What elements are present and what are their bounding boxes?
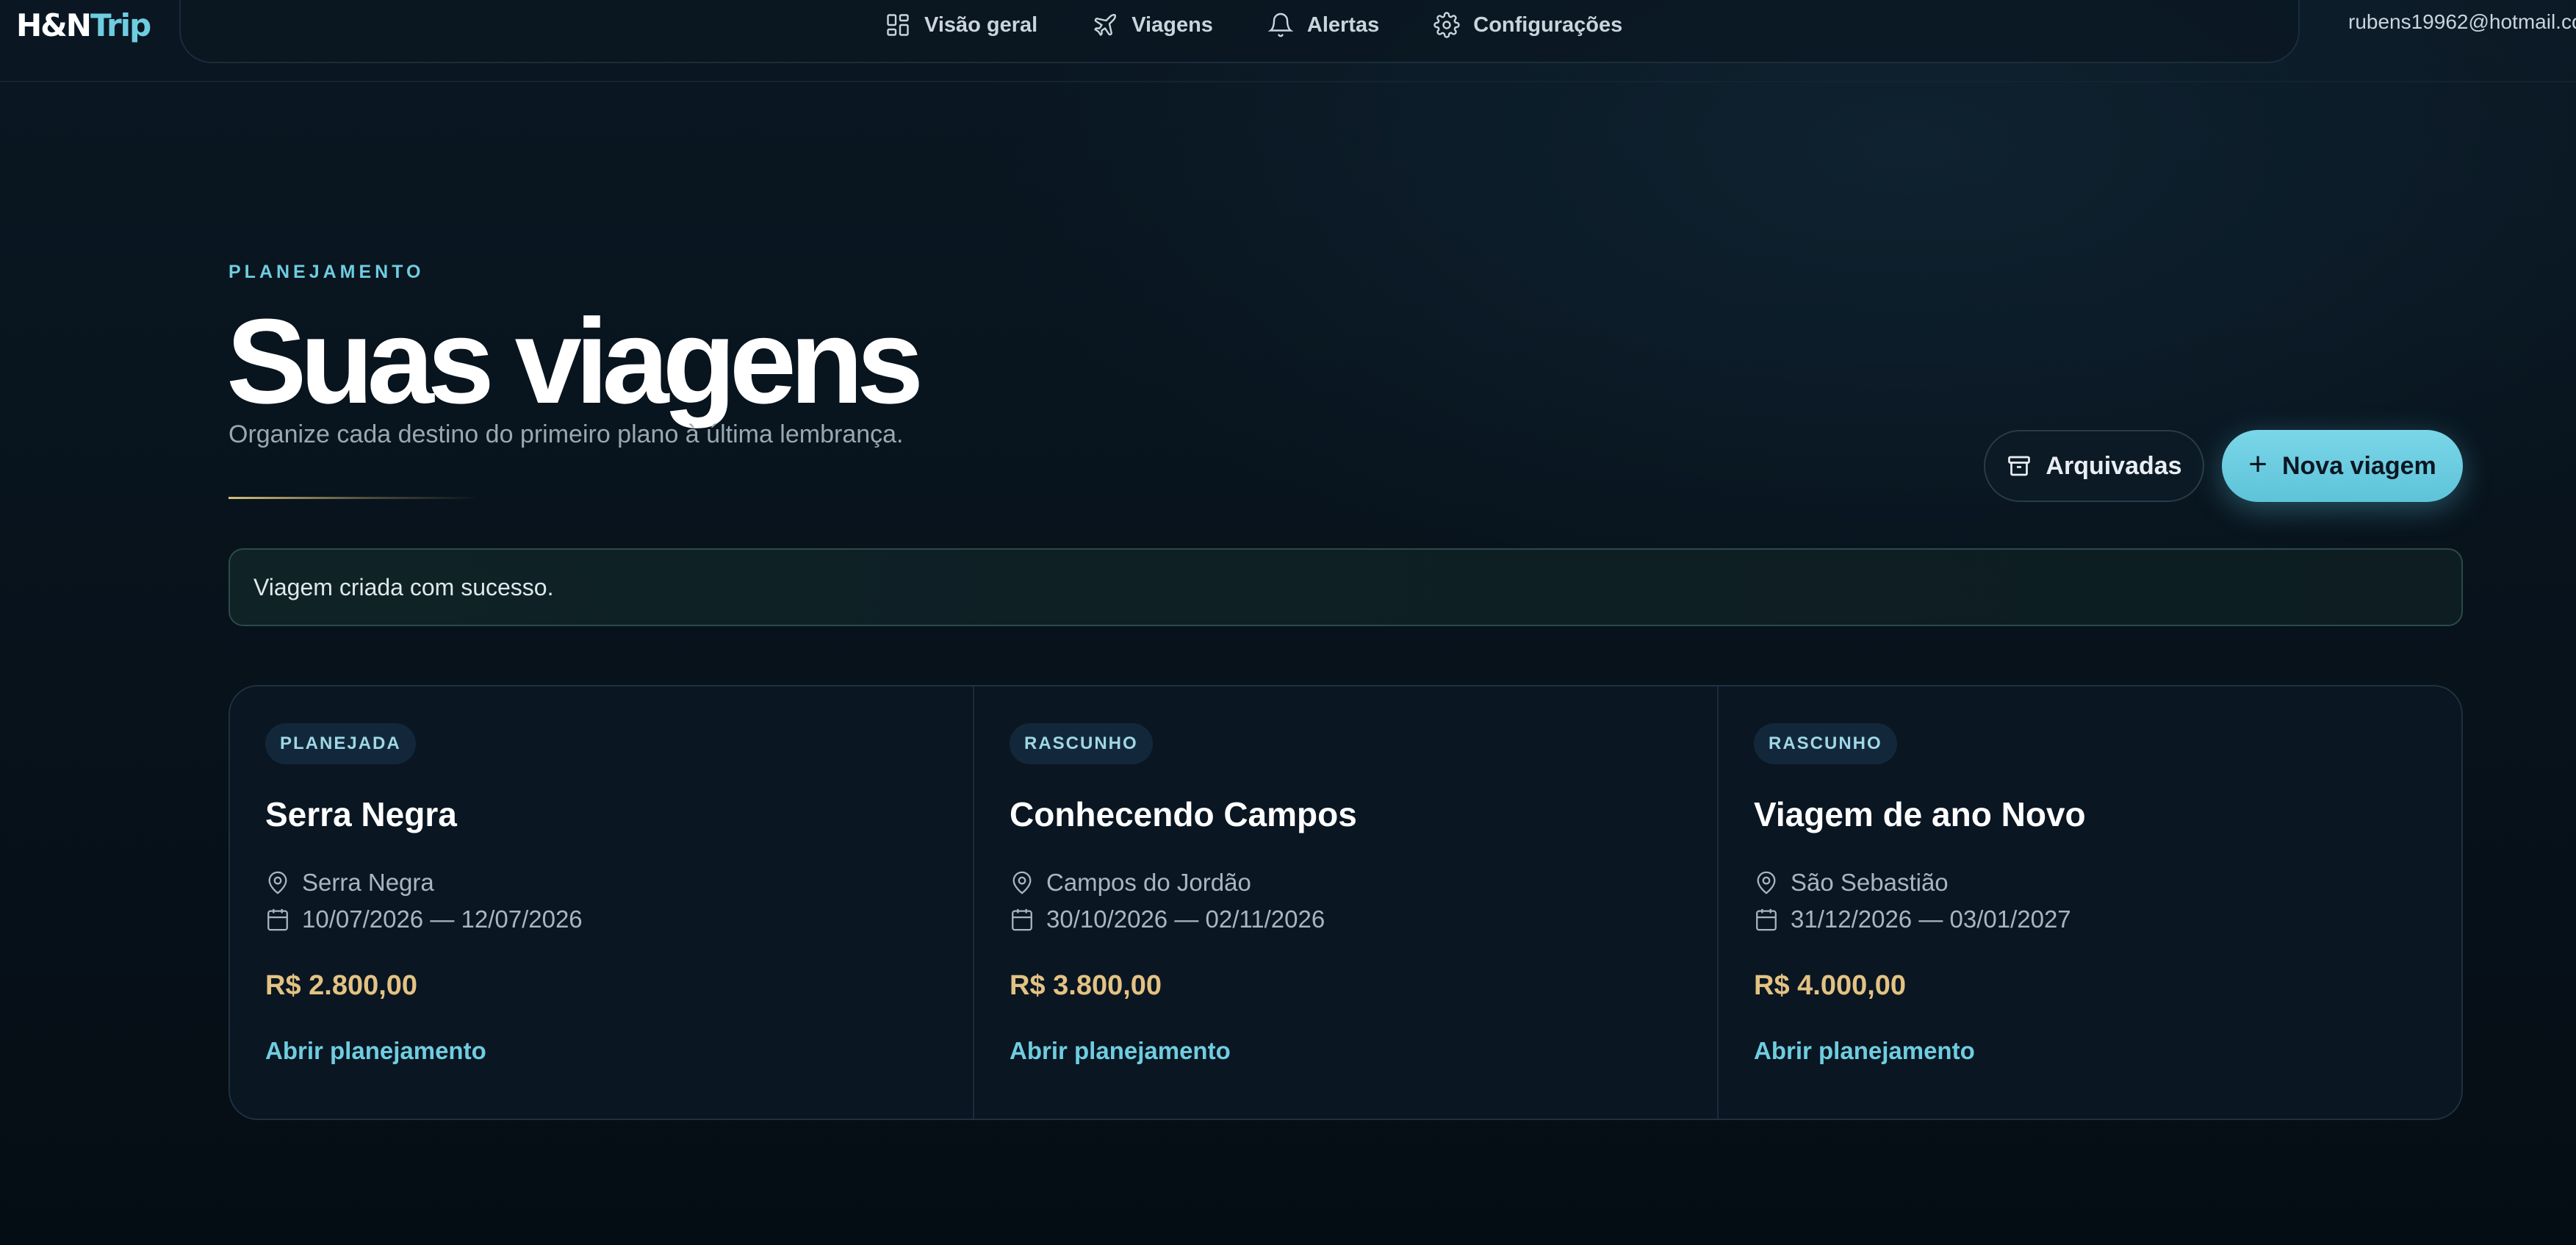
trip-location-text: Serra Negra <box>302 869 434 896</box>
new-trip-button[interactable]: + Nova viagem <box>2222 430 2463 502</box>
map-pin-icon <box>1012 871 1032 894</box>
trip-budget: R$ 3.800,00 <box>1010 970 1162 1001</box>
trip-meta: Campos do Jordão 30/10/2026 — 02/11/2026 <box>1010 867 1682 935</box>
page-title: Suas viagens <box>226 294 924 428</box>
map-pin-icon <box>268 871 287 894</box>
trip-dates: 10/07/2026 — 12/07/2026 <box>265 904 938 935</box>
gear-icon <box>1433 12 1460 38</box>
top-navigation-bar: H&NTrip Visão geral Viagens Alertas Conf… <box>0 0 2576 82</box>
brand-logo-part2: Trip <box>90 7 151 43</box>
trip-card[interactable]: RASCUNHO Conhecendo Campos Campos do Jor… <box>974 686 1719 1119</box>
plus-icon: + <box>2248 446 2267 482</box>
success-alert: Viagem criada com sucesso. <box>229 548 2463 626</box>
nav-item-trips[interactable]: Viagens <box>1092 12 1213 38</box>
nav-item-label: Visão geral <box>924 12 1038 37</box>
grid-icon <box>887 14 909 36</box>
trip-location: São Sebastião <box>1754 867 2426 898</box>
nav-item-label: Viagens <box>1132 12 1213 37</box>
open-planning-link[interactable]: Abrir planejamento <box>265 1037 938 1065</box>
trip-dates: 30/10/2026 — 02/11/2026 <box>1010 904 1682 935</box>
trip-location-text: Campos do Jordão <box>1046 869 1251 896</box>
page-eyebrow: PLANEJAMENTO <box>229 262 425 282</box>
archived-button[interactable]: Arquivadas <box>1984 430 2204 502</box>
trip-title: Conhecendo Campos <box>1010 795 1357 833</box>
trip-dates-text: 30/10/2026 — 02/11/2026 <box>1046 905 1325 933</box>
trip-dates: 31/12/2026 — 03/01/2027 <box>1754 904 2426 935</box>
main-nav: Visão geral Viagens Alertas Configuraçõe… <box>885 9 1622 41</box>
archive-icon <box>2008 456 2031 476</box>
new-trip-button-label: Nova viagem <box>2281 451 2436 480</box>
trip-meta: São Sebastião 31/12/2026 — 03/01/2027 <box>1754 867 2426 935</box>
trip-location-text: São Sebastião <box>1791 869 1949 896</box>
nav-item-settings[interactable]: Configurações <box>1433 12 1622 38</box>
open-planning-link[interactable]: Abrir planejamento <box>1754 1037 2426 1065</box>
calendar-icon <box>267 908 288 931</box>
status-badge: RASCUNHO <box>1010 723 1153 764</box>
status-badge: RASCUNHO <box>1754 723 1897 764</box>
trip-card[interactable]: PLANEJADA Serra Negra Serra Negra 10/07/… <box>230 686 974 1119</box>
trip-title: Viagem de ano Novo <box>1754 795 2086 833</box>
alert-message: Viagem criada com sucesso. <box>253 573 554 600</box>
archived-button-label: Arquivadas <box>2046 451 2182 480</box>
brand-logo[interactable]: H&NTrip <box>16 6 151 46</box>
brand-logo-part1: H&N <box>16 7 92 43</box>
map-pin-icon <box>1757 871 1776 894</box>
user-email[interactable]: rubens19962@hotmail.com <box>2348 10 2576 34</box>
trip-dates-text: 31/12/2026 — 03/01/2027 <box>1791 905 2071 933</box>
trip-location: Campos do Jordão <box>1010 867 1682 898</box>
nav-item-label: Alertas <box>1306 12 1380 37</box>
trip-budget: R$ 2.800,00 <box>265 970 418 1001</box>
page-subtitle: Organize cada destino do primeiro plano … <box>229 420 904 448</box>
trip-budget: R$ 4.000,00 <box>1754 970 1907 1001</box>
trip-meta: Serra Negra 10/07/2026 — 12/07/2026 <box>265 867 938 935</box>
open-planning-link[interactable]: Abrir planejamento <box>1010 1037 1682 1065</box>
accent-divider <box>229 497 478 499</box>
nav-item-alerts[interactable]: Alertas <box>1267 12 1379 38</box>
calendar-icon <box>1012 908 1032 931</box>
trip-title: Serra Negra <box>265 795 457 833</box>
calendar-icon <box>1756 908 1777 931</box>
status-badge: PLANEJADA <box>265 723 416 764</box>
plane-icon <box>1094 14 1117 36</box>
trip-card[interactable]: RASCUNHO Viagem de ano Novo São Sebastiã… <box>1719 686 2461 1119</box>
bell-icon <box>1267 12 1294 37</box>
nav-item-overview[interactable]: Visão geral <box>885 12 1037 38</box>
trip-dates-text: 10/07/2026 — 12/07/2026 <box>302 905 583 933</box>
trip-cards: PLANEJADA Serra Negra Serra Negra 10/07/… <box>229 685 2463 1120</box>
nav-item-label: Configurações <box>1473 12 1623 37</box>
trip-location: Serra Negra <box>265 867 938 898</box>
